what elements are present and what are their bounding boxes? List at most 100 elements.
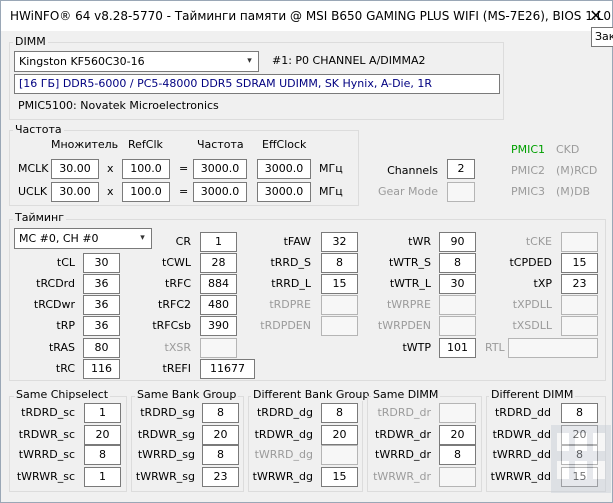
txp-label: tXP — [533, 277, 552, 290]
chevron-down-icon: ▾ — [247, 56, 252, 66]
trfc2-label: tRFC2 — [158, 298, 191, 311]
trrd-s-label: tRRD_S — [270, 256, 311, 269]
tras-field: 80 — [83, 338, 120, 358]
trrd-l-label: tRRD_L — [271, 277, 311, 290]
twrpre-field — [439, 295, 476, 315]
trdrd-dr-label: tRDRD_dr — [377, 406, 431, 419]
tfaw-label: tFAW — [283, 235, 311, 248]
trcdrd-field: 36 — [83, 274, 120, 294]
trdwr-dr-label: tRDWR_dr — [375, 428, 431, 441]
tcl-field: 30 — [83, 253, 120, 273]
equals-sign: = — [179, 162, 189, 175]
mclk-multiplier-field: 30.00 — [51, 159, 99, 179]
trdwr-sc-label: tRDWR_sc — [18, 428, 75, 441]
uclk-effclock-field: 3000.0 — [257, 182, 311, 202]
uclk-refclk-field: 100.0 — [122, 182, 170, 202]
twrpden-label: tWRPDEN — [377, 319, 431, 332]
trdwr-dg-label: tRDWR_dg — [254, 428, 313, 441]
twrrd-dd-label: tWRRD_dd — [492, 448, 551, 461]
trdwr-sg-label: tRDWR_sg — [137, 428, 195, 441]
twrwr-sc-label: tWRWR_sc — [16, 470, 75, 483]
trdrd-dd-label: tRDRD_dd — [494, 406, 551, 419]
twrwr-dg-label: tWRWR_dg — [252, 470, 313, 483]
trrd-s-field: 8 — [321, 253, 358, 273]
txp-field: 23 — [561, 274, 598, 294]
txsdll-label: tXSDLL — [512, 319, 552, 332]
txsdll-field — [561, 316, 598, 336]
same-bank-group-label: Same Bank Group — [135, 388, 239, 401]
window-title: HWiNFO® 64 v8.28-5770 - Тайминги памяти … — [10, 9, 611, 23]
mclk-unit: МГц — [319, 162, 343, 175]
times-sign: x — [107, 185, 114, 198]
trdwr-sc-field: 20 — [84, 425, 121, 445]
tcl-label: tCL — [56, 256, 75, 269]
channel-select-value: MC #0, CH #0 — [19, 232, 99, 245]
trfcsb-field: 390 — [200, 316, 237, 336]
twrrd-dr-label: tWRRD_dr — [375, 448, 431, 461]
tcpded-label: tCPDED — [509, 256, 552, 269]
twrpre-label: tWRPRE — [386, 298, 431, 311]
module-select-value: Kingston KF560C30-16 — [19, 55, 145, 68]
trdrd-sg-label: tRDRD_sg — [140, 406, 195, 419]
trefi-label: tREFI — [162, 362, 191, 375]
cr-field: 1 — [200, 232, 237, 252]
hwinfo-memory-timings-window: HWiNFO® 64 v8.28-5770 - Тайминги памяти … — [0, 0, 613, 503]
twtr-l-field: 30 — [439, 274, 476, 294]
multiplier-header: Множитель — [51, 138, 119, 151]
twrwr-dd-label: tWRWR_dd — [490, 470, 551, 483]
dimm-slot-label: #1: P0 CHANNEL A/DIMMA2 — [272, 54, 426, 67]
mclk-refclk-field: 100.0 — [122, 159, 170, 179]
pmic3-label: PMIC3 — [511, 185, 546, 198]
trdpden-label: tRDPDEN — [260, 319, 311, 332]
tcwl-field: 28 — [200, 253, 237, 273]
tras-label: tRAS — [48, 341, 75, 354]
different-dimm-label: Different DIMM — [489, 388, 576, 401]
mclk-effclock-field: 3000.0 — [257, 159, 311, 179]
trdrd-sc-label: tRDRD_sc — [21, 406, 75, 419]
txsr-label: tXSR — [164, 341, 191, 354]
twtp-field: 101 — [439, 338, 476, 358]
trdrd-dg-field: 8 — [321, 403, 358, 423]
trdrd-dg-label: tRDRD_dg — [256, 406, 313, 419]
twtr-l-label: tWTR_L — [389, 277, 431, 290]
trc-field: 116 — [83, 359, 120, 379]
txsr-field — [200, 338, 237, 358]
channel-select[interactable]: MC #0, CH #0 ▾ — [14, 228, 152, 249]
mdb-label: (M)DB — [556, 185, 591, 198]
pmic2-label: PMIC2 — [511, 164, 546, 177]
cr-label: CR — [175, 235, 191, 248]
module-select[interactable]: Kingston KF560C30-16 ▾ — [14, 51, 259, 72]
trdwr-dr-field: 20 — [439, 425, 476, 445]
twrpden-field — [439, 316, 476, 336]
twrrd-sg-field: 8 — [202, 445, 239, 465]
mclk-frequency-field: 3000.0 — [193, 159, 247, 179]
channels-field: 2 — [447, 159, 475, 179]
trefi-field: 11677 — [200, 359, 255, 379]
same-dimm-label: Same DIMM — [371, 388, 441, 401]
trdrd-dr-field — [439, 403, 476, 423]
watermark-logo — [551, 425, 611, 493]
effclock-header: EffClock — [262, 138, 307, 151]
uclk-frequency-field: 3000.0 — [193, 182, 247, 202]
trdrd-sg-field: 8 — [202, 403, 239, 423]
txpdll-label: tXPDLL — [512, 298, 552, 311]
trfc-field: 884 — [200, 274, 237, 294]
gear-mode-label: Gear Mode — [377, 185, 438, 198]
twrrd-dr-field: 8 — [439, 445, 476, 465]
tcke-label: tCKE — [525, 235, 552, 248]
trdwr-sg-field: 20 — [202, 425, 239, 445]
twrwr-dr-label: tWRWR_dr — [373, 470, 431, 483]
trdpden-field — [321, 316, 358, 336]
same-chipselect-label: Same Chipselect — [14, 388, 111, 401]
rtl-label: RTL — [485, 341, 505, 354]
uclk-multiplier-field: 30.00 — [51, 182, 99, 202]
channels-label: Channels — [387, 164, 438, 177]
twrrd-sg-label: tWRRD_sg — [137, 448, 195, 461]
twrrd-dg-field — [321, 445, 358, 465]
trdrd-dd-field: 8 — [561, 403, 598, 423]
txpdll-field — [561, 295, 598, 315]
twrrd-sc-label: tWRRD_sc — [18, 448, 75, 461]
twrwr-dg-field: 15 — [321, 467, 358, 487]
refclk-header: RefClk — [128, 138, 163, 151]
trp-label: tRP — [56, 319, 75, 332]
